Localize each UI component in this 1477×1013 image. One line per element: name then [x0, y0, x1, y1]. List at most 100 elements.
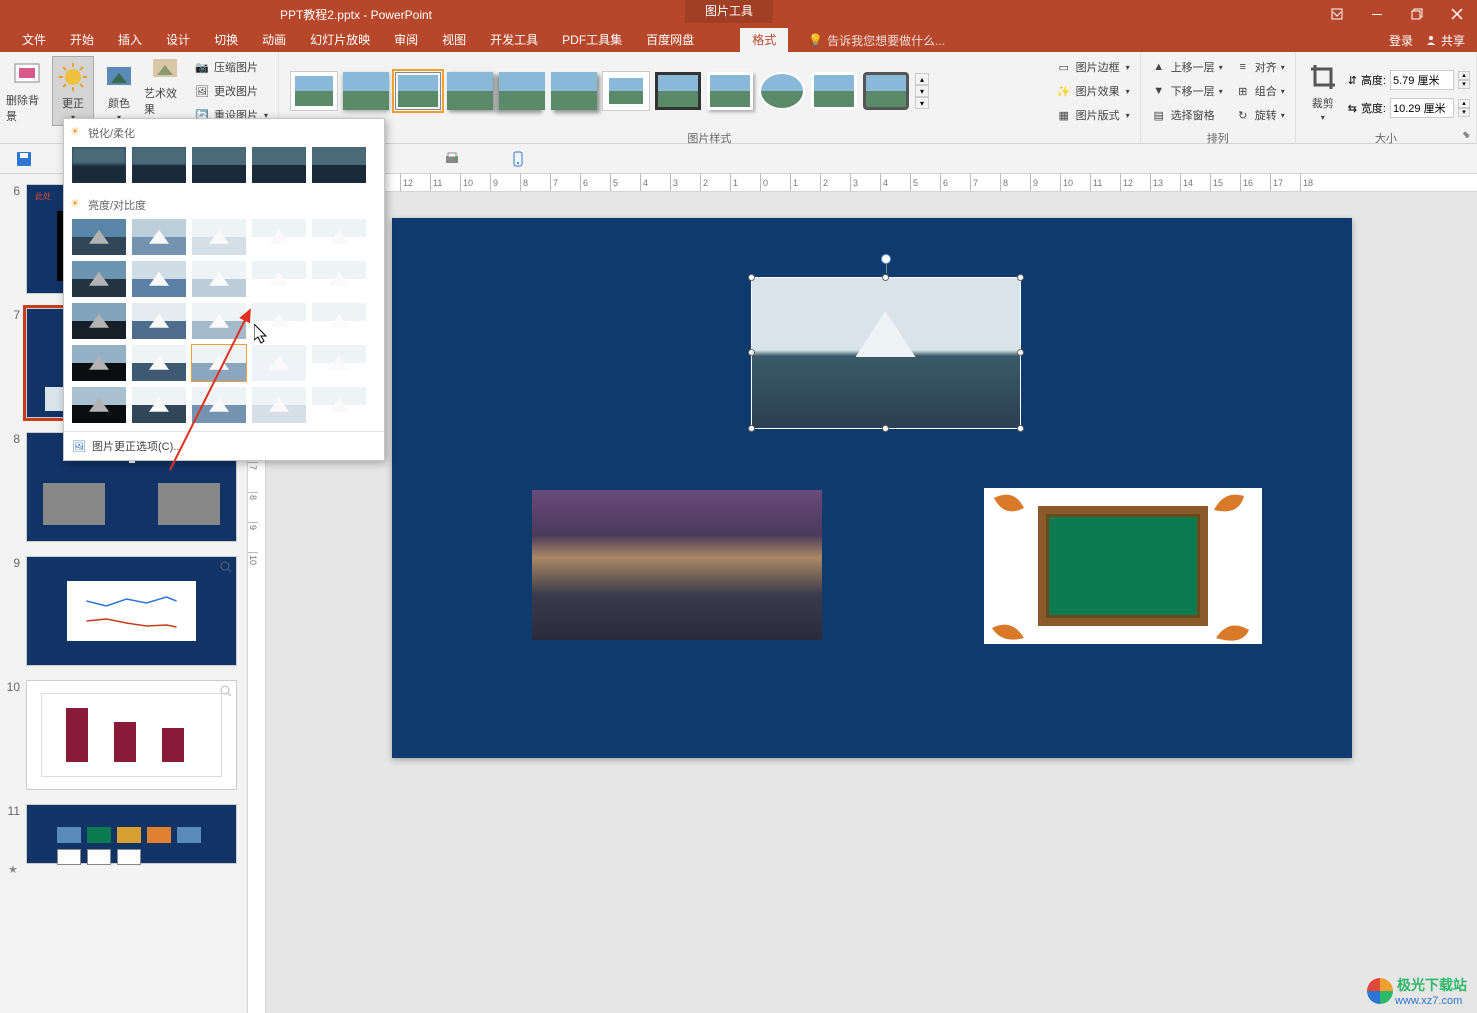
gallery-scroll-up[interactable]: ▴	[915, 73, 929, 85]
tab-design[interactable]: 设计	[154, 28, 202, 52]
share-button[interactable]: 共享	[1425, 32, 1465, 49]
compress-pictures-button[interactable]: 📷压缩图片	[190, 56, 272, 78]
picture-style-option[interactable]	[395, 72, 441, 110]
picture-style-option[interactable]	[551, 72, 597, 110]
brightness-contrast-preset[interactable]	[72, 261, 126, 297]
brightness-contrast-preset[interactable]	[132, 387, 186, 423]
tab-developer[interactable]: 开发工具	[478, 28, 550, 52]
color-button[interactable]: 颜色 ▾	[98, 56, 140, 126]
picture-effects-button[interactable]: ✨图片效果▾	[1052, 80, 1134, 102]
picture-style-option[interactable]	[343, 72, 389, 110]
resize-handle[interactable]	[748, 349, 755, 356]
brightness-contrast-preset[interactable]	[132, 261, 186, 297]
sharpen-preset[interactable]	[132, 147, 186, 183]
brightness-contrast-preset[interactable]	[72, 387, 126, 423]
rotate-button[interactable]: ↻旋转▾	[1231, 104, 1289, 126]
slide-thumbnail-10[interactable]	[26, 680, 237, 790]
brightness-contrast-preset[interactable]	[252, 345, 306, 381]
slide-thumbnail-9[interactable]	[26, 556, 237, 666]
slide-canvas[interactable]	[392, 218, 1352, 758]
align-button[interactable]: ≡对齐▾	[1231, 56, 1289, 78]
change-picture-button[interactable]: 🖼更改图片	[190, 80, 272, 102]
brightness-contrast-preset[interactable]	[192, 261, 246, 297]
brightness-contrast-preset[interactable]	[312, 387, 366, 423]
brightness-contrast-preset[interactable]	[192, 345, 246, 381]
sharpen-preset[interactable]	[312, 147, 366, 183]
rotate-handle[interactable]	[881, 254, 891, 264]
brightness-contrast-preset[interactable]	[132, 303, 186, 339]
size-dialog-launcher[interactable]: ⬊	[1462, 130, 1474, 142]
touch-mode-button[interactable]	[508, 149, 528, 169]
resize-handle[interactable]	[1017, 425, 1024, 432]
sharpen-preset[interactable]	[72, 147, 126, 183]
picture-style-option[interactable]	[707, 72, 753, 110]
picture-layout-button[interactable]: ▦图片版式▾	[1052, 104, 1134, 126]
picture-cityscape[interactable]	[532, 490, 822, 640]
brightness-contrast-preset[interactable]	[72, 219, 126, 255]
tab-insert[interactable]: 插入	[106, 28, 154, 52]
brightness-contrast-preset[interactable]	[252, 219, 306, 255]
picture-corrections-options[interactable]: 🖼图片更正选项(C)...	[64, 431, 384, 460]
brightness-contrast-preset[interactable]	[72, 345, 126, 381]
resize-handle[interactable]	[748, 425, 755, 432]
ribbon-display-options-button[interactable]	[1317, 0, 1357, 28]
picture-style-option[interactable]	[811, 72, 857, 110]
group-button[interactable]: ⊞组合▾	[1231, 80, 1289, 102]
brightness-contrast-preset[interactable]	[252, 261, 306, 297]
gallery-scroll-down[interactable]: ▾	[915, 85, 929, 97]
brightness-contrast-preset[interactable]	[192, 387, 246, 423]
resize-handle[interactable]	[1017, 349, 1024, 356]
sharpen-preset[interactable]	[192, 147, 246, 183]
tab-slideshow[interactable]: 幻灯片放映	[298, 28, 382, 52]
remove-background-button[interactable]: 删除背景	[6, 56, 48, 126]
minimize-button[interactable]	[1357, 0, 1397, 28]
slide-thumbnail-11[interactable]	[26, 804, 237, 864]
save-button[interactable]	[14, 149, 34, 169]
brightness-contrast-preset[interactable]	[312, 261, 366, 297]
width-down[interactable]: ▾	[1458, 108, 1470, 117]
picture-border-button[interactable]: ▭图片边框▾	[1052, 56, 1134, 78]
resize-handle[interactable]	[882, 274, 889, 281]
resize-handle[interactable]	[1017, 274, 1024, 281]
tab-baidu[interactable]: 百度网盘	[634, 28, 706, 52]
height-down[interactable]: ▾	[1458, 80, 1470, 89]
picture-style-option[interactable]	[655, 72, 701, 110]
height-up[interactable]: ▴	[1458, 71, 1470, 80]
picture-style-option[interactable]	[863, 72, 909, 110]
resize-handle[interactable]	[748, 274, 755, 281]
send-backward-button[interactable]: ▼下移一层▾	[1147, 80, 1227, 102]
gallery-expand[interactable]: ▾	[915, 97, 929, 109]
tab-home[interactable]: 开始	[58, 28, 106, 52]
crop-button[interactable]: 裁剪 ▾	[1302, 56, 1344, 126]
picture-style-option[interactable]	[499, 72, 545, 110]
brightness-contrast-preset[interactable]	[72, 303, 126, 339]
restore-button[interactable]	[1397, 0, 1437, 28]
picture-style-option[interactable]	[759, 72, 805, 110]
brightness-contrast-preset[interactable]	[132, 219, 186, 255]
picture-style-option[interactable]	[447, 72, 493, 110]
tab-pdfkit[interactable]: PDF工具集	[550, 28, 634, 52]
picture-style-option[interactable]	[291, 72, 337, 110]
quick-print-button[interactable]	[442, 149, 462, 169]
slide-canvas-wrapper[interactable]	[266, 192, 1477, 1013]
picture-style-option[interactable]	[603, 72, 649, 110]
height-input[interactable]	[1390, 70, 1454, 90]
picture-chalkboard[interactable]	[984, 488, 1262, 644]
tab-view[interactable]: 视图	[430, 28, 478, 52]
brightness-contrast-preset[interactable]	[252, 303, 306, 339]
brightness-contrast-preset[interactable]	[312, 303, 366, 339]
tab-format[interactable]: 格式	[740, 28, 788, 52]
brightness-contrast-preset[interactable]	[252, 387, 306, 423]
signin-button[interactable]: 登录	[1389, 32, 1413, 49]
brightness-contrast-preset[interactable]	[312, 345, 366, 381]
tab-transitions[interactable]: 切换	[202, 28, 250, 52]
sharpen-preset[interactable]	[252, 147, 306, 183]
brightness-contrast-preset[interactable]	[132, 345, 186, 381]
width-input[interactable]	[1390, 98, 1454, 118]
width-up[interactable]: ▴	[1458, 99, 1470, 108]
tell-me-search[interactable]: 💡 告诉我您想要做什么...	[808, 32, 945, 49]
brightness-contrast-preset[interactable]	[192, 219, 246, 255]
selected-picture-fuji[interactable]	[752, 278, 1020, 428]
close-button[interactable]	[1437, 0, 1477, 28]
selection-pane-button[interactable]: ▤选择窗格	[1147, 104, 1227, 126]
